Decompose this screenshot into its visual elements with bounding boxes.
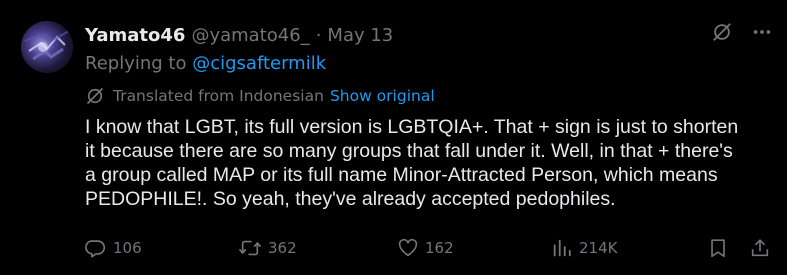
like-count: 162 [425, 239, 454, 257]
share-icon [751, 239, 769, 257]
separator: · [315, 24, 322, 46]
tweet-date[interactable]: May 13 [327, 25, 393, 46]
share-button[interactable] [749, 234, 777, 262]
grok-translate-icon[interactable] [711, 21, 733, 43]
user-handle[interactable]: @yamato46_ [191, 25, 309, 46]
like-button[interactable]: 162 [397, 234, 454, 262]
tweet[interactable]: Yamato46 @yamato46_ · May 13 Replying to… [0, 0, 787, 275]
tweet-text: I know that LGBT, its full version is LG… [85, 116, 739, 210]
translated-label: Translated from Indonesian [113, 87, 324, 105]
heart-icon [398, 238, 418, 257]
display-name[interactable]: Yamato46 [85, 25, 185, 46]
views-count: 214K [579, 239, 618, 257]
repost-button[interactable]: 362 [238, 234, 297, 262]
replying-to: Replying to @cigsaftermilk [85, 53, 326, 74]
more-icon[interactable] [751, 21, 773, 43]
avatar[interactable] [21, 21, 73, 73]
views-button[interactable]: 214K [551, 234, 617, 262]
bookmark-button[interactable] [707, 234, 735, 262]
repost-count: 362 [268, 239, 297, 257]
views-icon [553, 239, 571, 257]
reply-icon [85, 240, 106, 258]
show-original-link[interactable]: Show original [330, 87, 435, 105]
reply-count: 106 [113, 239, 142, 257]
header-actions [711, 21, 773, 43]
reply-button[interactable]: 106 [85, 234, 142, 262]
translate-icon [85, 86, 105, 106]
replying-prefix: Replying to [85, 53, 187, 74]
reply-mention-link[interactable]: @cigsaftermilk [192, 53, 326, 74]
tweet-header: Yamato46 @yamato46_ · May 13 [85, 22, 393, 48]
repost-icon [239, 240, 261, 256]
translation-notice: Translated from Indonesian Show original [85, 85, 435, 107]
action-bar: 106 362 162 214K [85, 234, 775, 262]
bookmark-icon [711, 239, 725, 258]
